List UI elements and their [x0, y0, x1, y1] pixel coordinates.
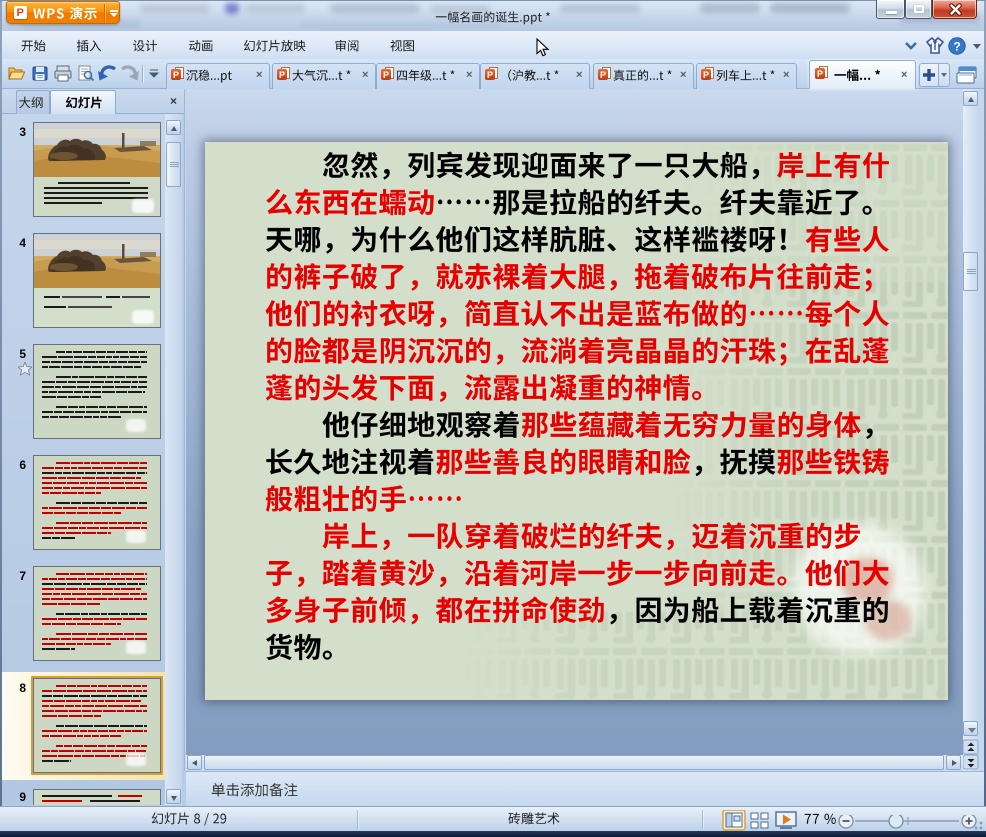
svg-text:P: P [600, 70, 606, 80]
svg-text:P: P [383, 70, 389, 80]
svg-text:P: P [173, 70, 179, 80]
svg-text:P: P [703, 70, 709, 80]
svg-text:P: P [817, 69, 823, 79]
svg-text:P: P [279, 70, 285, 80]
svg-text:P: P [487, 70, 493, 80]
svg-text:?: ? [953, 40, 960, 54]
